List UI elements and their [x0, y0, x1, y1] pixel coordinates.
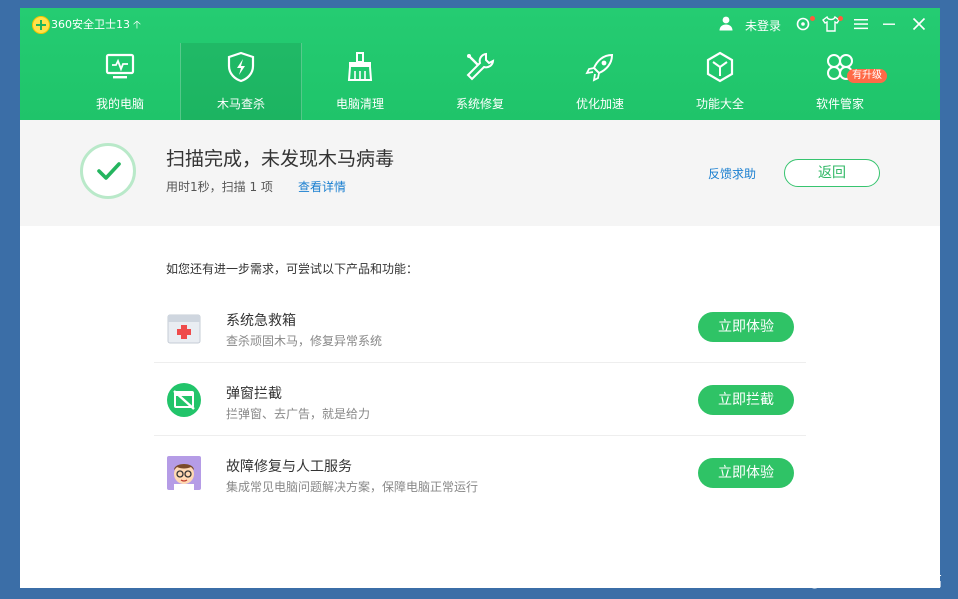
suggestion-desc: 拦弹窗、去广告，就是给力: [226, 407, 371, 421]
nav-label: 电脑清理: [335, 97, 384, 111]
cube-icon: [706, 51, 734, 83]
view-details-link[interactable]: 查看详情: [298, 178, 346, 195]
shield-icon: [227, 51, 255, 83]
suggestion-desc: 集成常见电脑问题解决方案，保障电脑正常运行: [226, 480, 479, 494]
nav-trojan-scan[interactable]: 木马查杀: [180, 43, 302, 120]
csdn-watermark: CSDN @小哥们肩膀一般高: [759, 572, 942, 590]
notification-dot: [838, 16, 843, 21]
popup-block-icon: [167, 383, 201, 417]
try-now-button[interactable]: 立即体验: [698, 458, 794, 488]
wrench-icon: [466, 52, 495, 81]
header: 360安全卫士13 🡡 未登录 我的电脑 木马查杀 电脑清理 系统修复 优化加速…: [20, 8, 940, 120]
divider: [154, 362, 806, 363]
suggestion-row: 系统急救箱 查杀顽固木马，修复异常系统 立即体验: [154, 291, 806, 363]
app-logo-icon: [32, 16, 50, 34]
nav-cleanup[interactable]: 电脑清理: [300, 43, 420, 120]
suggestion-desc: 查杀顽固木马，修复异常系统: [226, 334, 383, 348]
nav-software-manager[interactable]: 有升级 软件管家: [780, 43, 900, 120]
nav-label: 优化加速: [575, 97, 624, 111]
nav-system-repair[interactable]: 系统修复: [420, 43, 540, 120]
success-check-icon: [80, 143, 136, 199]
app-title: 360安全卫士13: [51, 18, 130, 31]
suggestion-title: 系统急救箱: [226, 313, 296, 329]
rocket-icon: [585, 53, 614, 82]
suggestion-row: 弹窗拦截 拦弹窗、去广告，就是给力 立即拦截: [154, 364, 806, 436]
user-icon[interactable]: [718, 15, 734, 31]
nav-my-computer[interactable]: 我的电脑: [60, 43, 180, 120]
suggestion-title: 故障修复与人工服务: [226, 459, 352, 475]
block-now-button[interactable]: 立即拦截: [698, 385, 794, 415]
result-title: 扫描完成，未发现木马病毒: [166, 148, 395, 170]
nav-speedup[interactable]: 优化加速: [540, 43, 660, 120]
upgrade-badge: 有升级: [847, 69, 887, 83]
first-aid-kit-icon: [167, 314, 201, 344]
login-status[interactable]: 未登录: [745, 17, 781, 34]
app-window: 360安全卫士13 🡡 未登录 我的电脑 木马查杀 电脑清理 系统修复 优化加速…: [20, 8, 940, 588]
upgrade-arrow-icon[interactable]: 🡡: [133, 16, 141, 35]
broom-icon: [347, 52, 373, 81]
nav-label: 系统修复: [455, 97, 504, 111]
suggestion-row: 故障修复与人工服务 集成常见电脑问题解决方案，保障电脑正常运行 立即体验: [154, 437, 806, 509]
notification-dot: [810, 16, 815, 21]
technician-avatar-icon: [167, 456, 201, 490]
scan-summary: 用时1秒，扫描 1 项: [166, 180, 273, 194]
menu-icon[interactable]: [852, 15, 870, 33]
try-now-button[interactable]: 立即体验: [698, 312, 794, 342]
feedback-link[interactable]: 反馈求助: [708, 165, 756, 182]
monitor-icon: [105, 53, 135, 79]
divider: [154, 435, 806, 436]
nav-label: 功能大全: [695, 97, 744, 111]
nav-label: 我的电脑: [95, 97, 144, 111]
nav-all-features[interactable]: 功能大全: [660, 43, 780, 120]
back-button[interactable]: 返回: [784, 159, 880, 187]
title-bar: 360安全卫士13 🡡 未登录: [20, 8, 940, 40]
minimize-icon[interactable]: [880, 15, 898, 33]
suggestion-title: 弹窗拦截: [226, 386, 282, 402]
nav-label: 木马查杀: [216, 97, 265, 111]
close-icon[interactable]: [910, 15, 928, 33]
suggestions-intro: 如您还有进一步需求，可尝试以下产品和功能：: [166, 262, 419, 276]
scan-result-panel: 扫描完成，未发现木马病毒 用时1秒，扫描 1 项 查看详情 反馈求助 返回: [20, 120, 940, 226]
nav-label: 软件管家: [815, 97, 864, 111]
